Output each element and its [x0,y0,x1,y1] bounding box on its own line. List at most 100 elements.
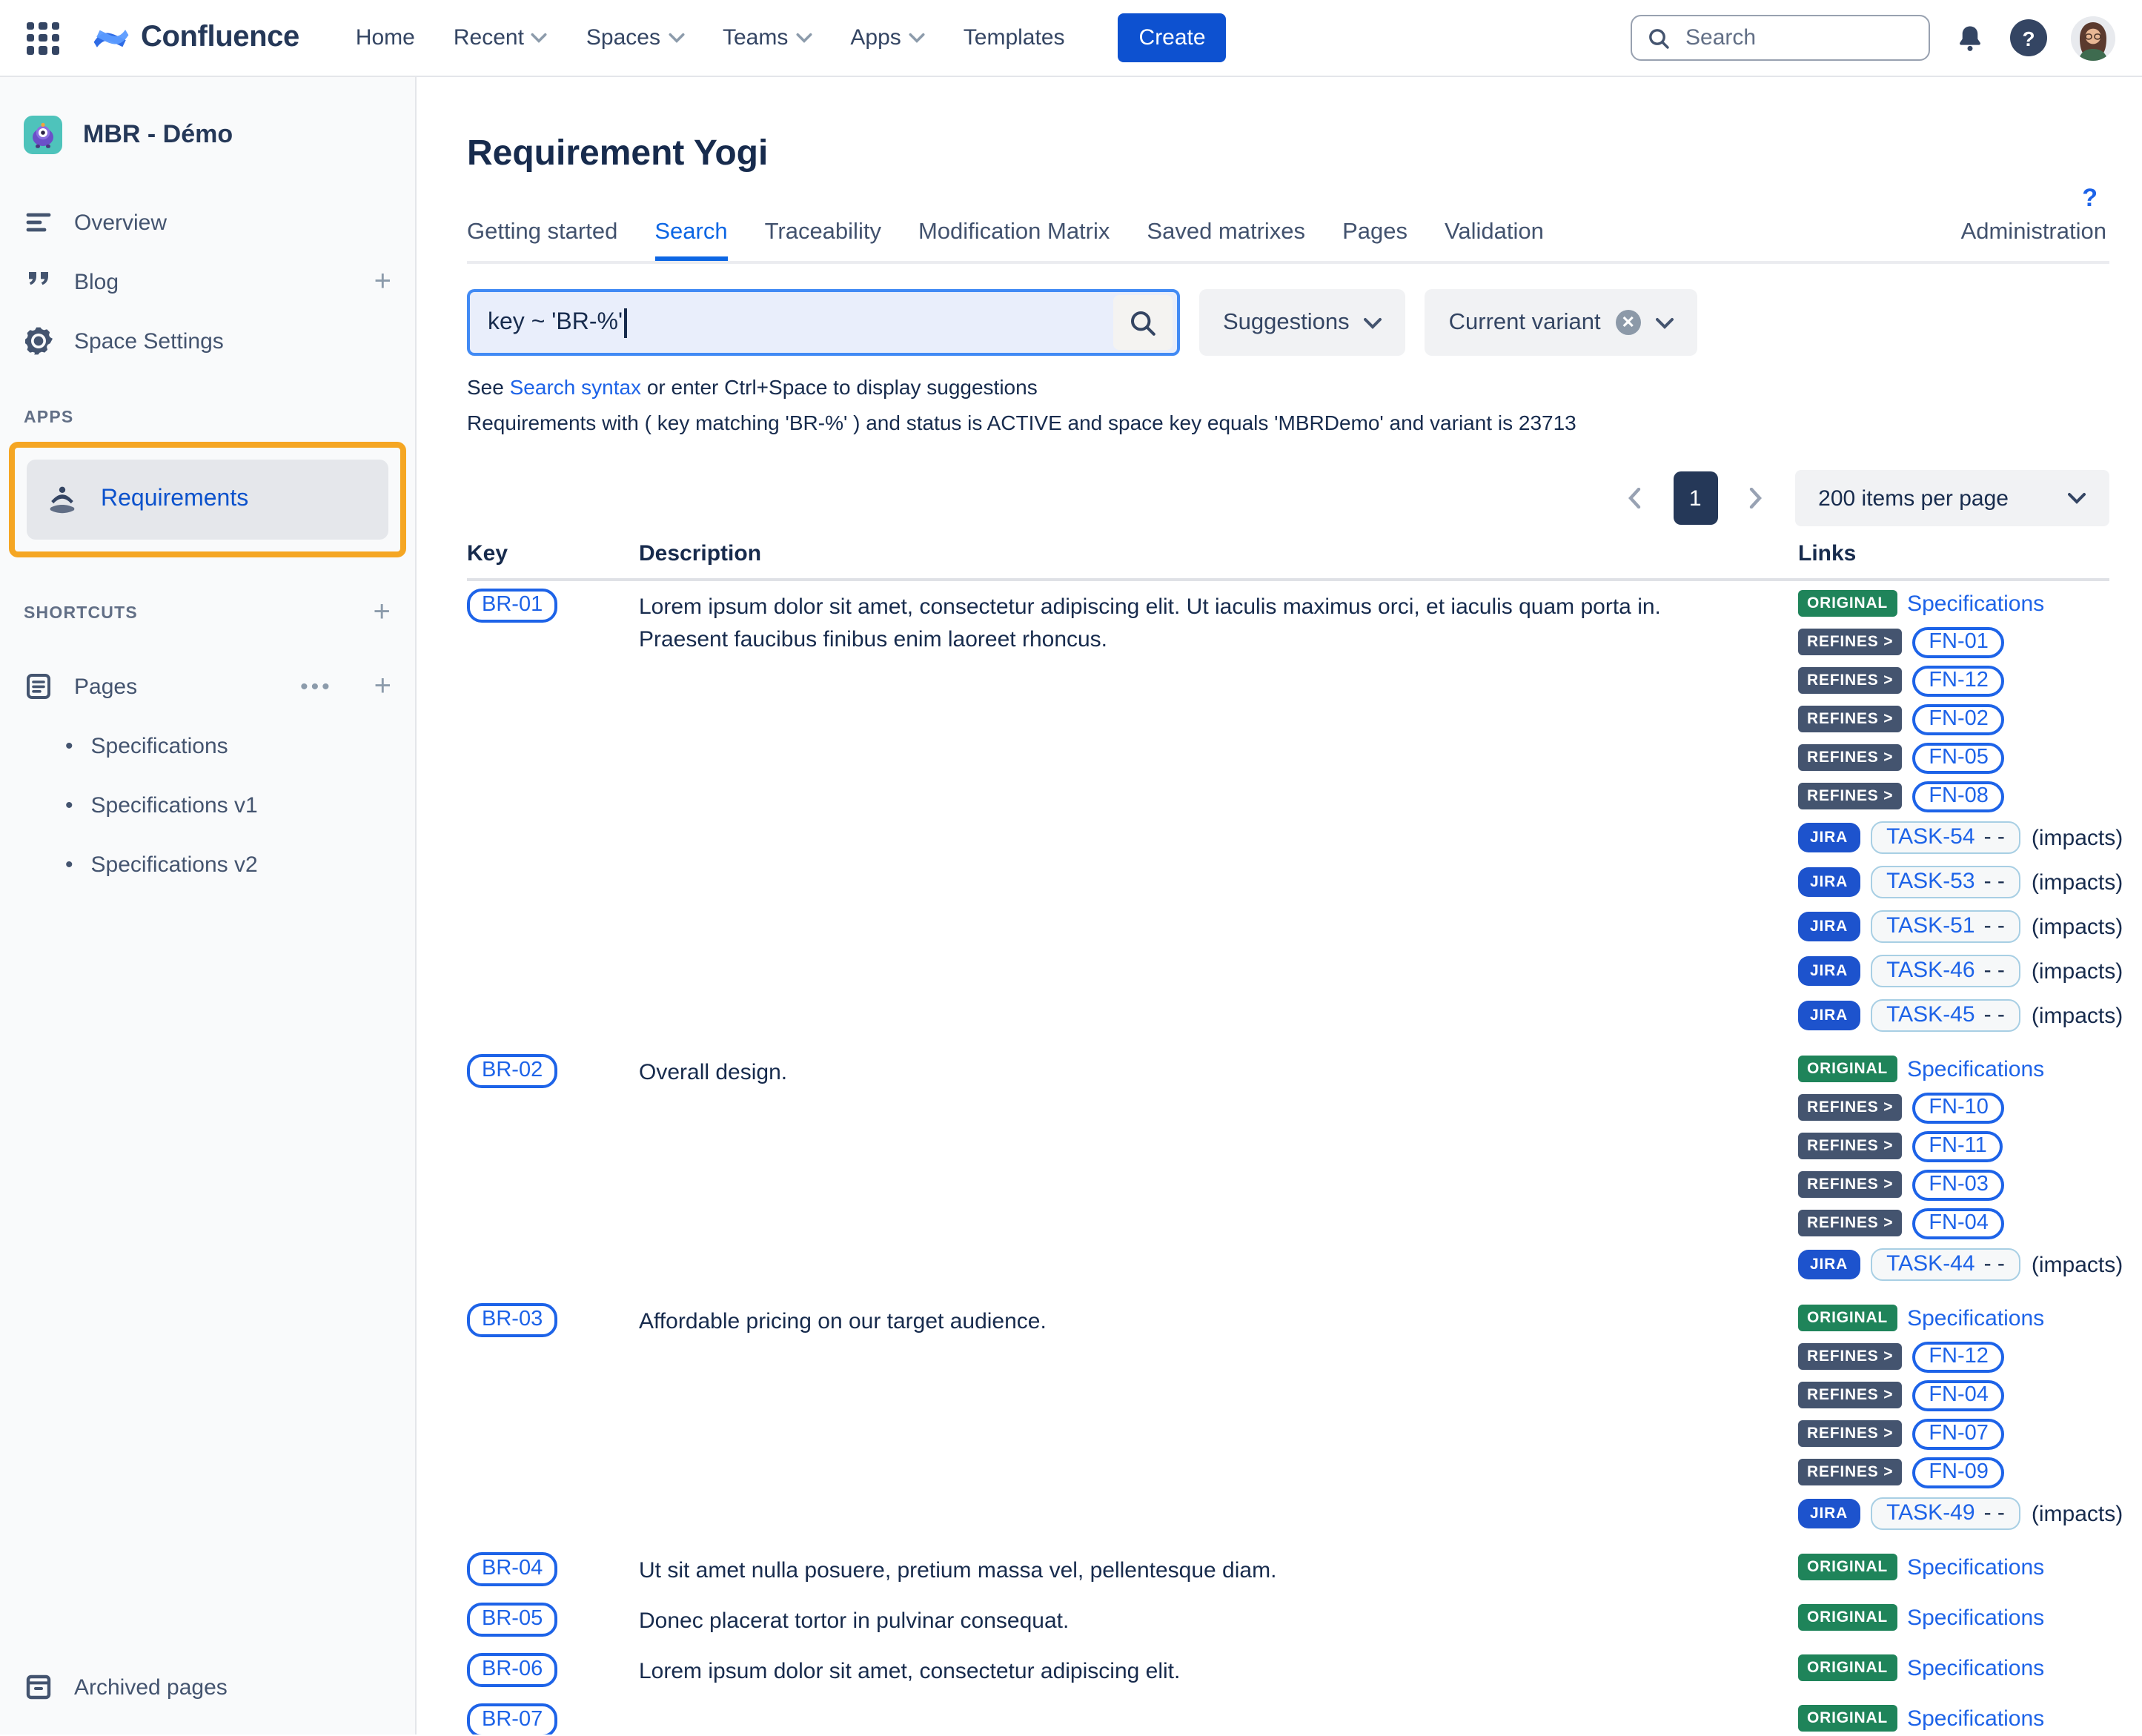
jira-issue-link[interactable]: TASK-46- - [1870,955,2021,987]
tab-traceability[interactable]: Traceability [765,219,881,261]
sidebar-page-specifications[interactable]: •Specifications [0,716,415,775]
jira-issue-link[interactable]: TASK-49- - [1870,1497,2021,1530]
requirement-search-input[interactable]: key ~ 'BR-%' [467,289,1180,356]
pages-icon [24,672,53,701]
help-icon[interactable]: ? [2010,19,2047,56]
requirement-key-badge[interactable]: BR-03 [467,1303,557,1337]
sidebar-item-archived-pages[interactable]: Archived pages [0,1654,415,1720]
requirement-yogi-help-icon[interactable]: ? [2082,184,2098,213]
app-switcher-icon[interactable] [27,21,59,54]
tab-saved-matrixes[interactable]: Saved matrixes [1147,219,1305,261]
run-search-button[interactable] [1113,295,1173,350]
specifications-link[interactable]: Specifications [1907,1305,2044,1331]
refined-requirement-badge[interactable]: FN-07 [1912,1418,2005,1449]
clear-variant-icon[interactable]: ✕ [1616,310,1641,335]
refined-requirement-badge[interactable]: FN-01 [1912,626,2005,657]
link-line-refines: REFINES >FN-02 [1798,703,2109,735]
prev-page-icon[interactable] [1617,476,1652,520]
search-syntax-link[interactable]: Search syntax [510,375,641,399]
tab-modification-matrix[interactable]: Modification Matrix [918,219,1110,261]
specifications-link[interactable]: Specifications [1907,591,2044,616]
refined-requirement-badge[interactable]: FN-02 [1912,703,2005,735]
refined-requirement-badge[interactable]: FN-12 [1912,665,2005,696]
jira-issue-key: TASK-53 [1886,869,1975,894]
sidebar-item-space-settings[interactable]: Space Settings [0,311,415,371]
sidebar-page-specifications-v1[interactable]: •Specifications v1 [0,775,415,835]
original-badge: ORIGINAL [1798,1705,1897,1732]
variant-dropdown[interactable]: Current variant ✕ [1425,289,1697,356]
global-search[interactable] [1631,15,1930,61]
refined-requirement-badge[interactable]: FN-08 [1912,781,2005,812]
sidebar-page-specifications-v2[interactable]: •Specifications v2 [0,835,415,894]
sidebar-item-pages[interactable]: Pages ••• + [0,657,415,716]
next-page-icon[interactable] [1738,476,1774,520]
refined-requirement-badge[interactable]: FN-11 [1912,1130,2003,1162]
jira-issue-status: - - [1984,1500,2005,1525]
requirement-key-badge[interactable]: BR-05 [467,1603,557,1637]
requirement-key-badge[interactable]: BR-04 [467,1552,557,1586]
refined-requirement-badge[interactable]: FN-09 [1912,1457,2005,1488]
refines-badge: REFINES > [1798,1171,1902,1198]
top-bar: Confluence Home Recent Spaces Teams Apps Temp… [0,0,2142,77]
specifications-link[interactable]: Specifications [1907,1056,2044,1081]
refined-requirement-badge[interactable]: FN-03 [1912,1169,2005,1200]
notifications-bell-icon[interactable] [1954,21,1986,54]
specifications-link[interactable]: Specifications [1907,1655,2044,1680]
requirement-key-badge[interactable]: BR-07 [467,1703,557,1735]
tab-search[interactable]: Search [654,219,727,261]
refined-requirement-badge[interactable]: FN-12 [1912,1341,2005,1372]
chevron-down-icon [909,33,925,43]
jira-issue-link[interactable]: TASK-53- - [1870,866,2021,898]
tab-validation[interactable]: Validation [1445,219,1544,261]
space-header[interactable]: MBR - Démo [0,116,415,154]
query-summary: Requirements with ( key matching 'BR-%' … [467,411,2109,434]
tab-bar: Getting started Search Traceability Modific… [467,219,2109,264]
topnav-item-home[interactable]: Home [356,25,415,50]
add-page-icon[interactable]: + [374,669,391,703]
add-shortcut-icon[interactable]: + [373,596,391,630]
sidebar-item-requirements[interactable]: Requirements [27,460,388,540]
requirement-key-badge[interactable]: BR-02 [467,1054,557,1088]
sidebar-item-blog[interactable]: Blog + [0,252,415,311]
current-page-button[interactable]: 1 [1673,471,1717,525]
page-child-label: Specifications v1 [91,792,258,818]
jira-issue-link[interactable]: TASK-44- - [1870,1248,2021,1281]
refined-requirement-badge[interactable]: FN-04 [1912,1379,2005,1411]
topnav-item-recent[interactable]: Recent [454,25,548,50]
tab-administration[interactable]: Administration [1961,219,2106,261]
topnav-item-apps[interactable]: Apps [850,25,924,50]
specifications-link[interactable]: Specifications [1907,1706,2044,1731]
create-button[interactable]: Create [1118,13,1227,62]
specifications-link[interactable]: Specifications [1907,1554,2044,1580]
items-per-page-select[interactable]: 200 items per page [1794,470,2109,526]
tab-pages[interactable]: Pages [1342,219,1407,261]
link-line-original: ORIGINALSpecifications [1798,1551,2109,1583]
topnav-item-templates[interactable]: Templates [964,25,1065,50]
table-row: BR-04Ut sit amet nulla posuere, pretium … [467,1545,2109,1595]
jira-issue-status: - - [1984,1002,2005,1027]
jira-issue-link[interactable]: TASK-51- - [1870,910,2021,943]
search-icon [1647,26,1671,50]
jira-badge: JIRA [1798,912,1860,941]
user-avatar[interactable] [2071,16,2115,60]
add-blog-icon[interactable]: + [374,265,391,299]
jira-issue-link[interactable]: TASK-45- - [1870,999,2021,1032]
table-body: BR-01Lorem ipsum dolor sit amet, consect… [467,581,2109,1735]
requirement-key-badge[interactable]: BR-01 [467,589,557,623]
sidebar-item-overview[interactable]: Overview [0,193,415,252]
refined-requirement-badge[interactable]: FN-05 [1912,742,2005,773]
requirement-key-badge[interactable]: BR-06 [467,1653,557,1687]
suggestions-dropdown[interactable]: Suggestions [1199,289,1406,356]
global-search-input[interactable] [1682,24,1914,52]
jira-issue-link[interactable]: TASK-54- - [1870,821,2021,854]
topnav-item-teams[interactable]: Teams [723,25,812,50]
topnav-item-spaces[interactable]: Spaces [586,25,684,50]
requirement-description: Donec placerat tortor in pulvinar conseq… [639,1601,1754,1638]
refined-requirement-badge[interactable]: FN-04 [1912,1207,2005,1239]
pages-more-icon[interactable]: ••• [300,674,333,699]
specifications-link[interactable]: Specifications [1907,1605,2044,1630]
tab-getting-started[interactable]: Getting started [467,219,617,261]
jira-badge: JIRA [1798,1499,1860,1528]
refined-requirement-badge[interactable]: FN-10 [1912,1092,2005,1123]
confluence-logo[interactable]: Confluence [92,19,299,57]
